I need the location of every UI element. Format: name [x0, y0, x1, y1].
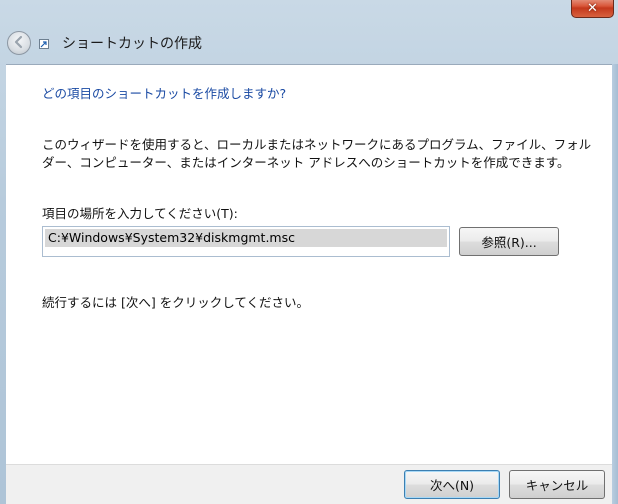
back-button[interactable] — [7, 31, 31, 55]
shortcut-icon — [39, 39, 49, 49]
continue-instruction: 続行するには [次へ] をクリックしてください。 — [42, 295, 309, 310]
close-icon: ✕ — [587, 1, 598, 16]
wizard-description: このウィザードを使用すると、ローカルまたはネットワークにあるプログラム、ファイル… — [42, 137, 592, 170]
wizard-content: どの項目のショートカットを作成しますか? このウィザードを使用すると、ローカルま… — [6, 64, 612, 464]
window-frame-edge — [612, 64, 618, 504]
path-input[interactable]: C:¥Windows¥System32¥diskmgmt.msc — [42, 226, 450, 257]
browse-button[interactable]: 参照(R)... — [459, 227, 559, 256]
path-input-value: C:¥Windows¥System32¥diskmgmt.msc — [45, 229, 447, 247]
cancel-button[interactable]: キャンセル — [509, 470, 605, 499]
wizard-window: ✕ ショートカットの作成 どの項目のショートカットを作成しますか? このウィザー… — [0, 0, 618, 504]
path-label: 項目の場所を入力してください(T): — [42, 206, 238, 221]
wizard-question: どの項目のショートカットを作成しますか? — [42, 86, 287, 101]
next-button[interactable]: 次へ(N) — [404, 470, 500, 499]
window-title: ショートカットの作成 — [62, 36, 202, 52]
close-button[interactable]: ✕ — [571, 0, 614, 18]
wizard-footer: 次へ(N) キャンセル — [6, 464, 612, 504]
wizard-header: ショートカットの作成 — [0, 20, 618, 64]
back-arrow-icon — [12, 34, 26, 53]
